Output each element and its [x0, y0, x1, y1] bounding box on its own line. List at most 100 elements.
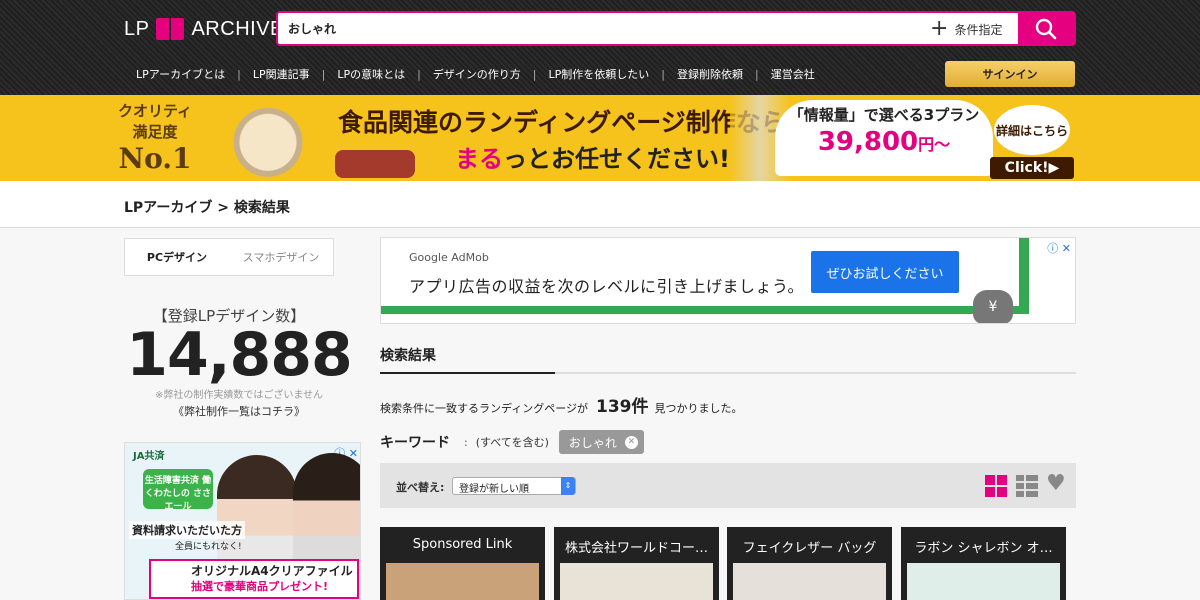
keyword-tag-label: おしゃれ: [568, 435, 617, 450]
card-thumbnail: [560, 563, 713, 600]
book-icon: [156, 18, 185, 40]
ad-product-badge: 生活障害共済 働くわたしの ささエール: [143, 469, 213, 512]
tab-pc-design[interactable]: PCデザイン: [125, 239, 229, 275]
card-title: フェイクレザー バッグ: [742, 541, 877, 556]
logo-text-right: ARCHIVE: [191, 17, 284, 40]
grid-cell: [997, 487, 1007, 497]
sort-select[interactable]: 登録が新しい順 ⇕: [452, 477, 576, 495]
banner-subline: まるっとお任せください!: [455, 139, 730, 174]
price-value: 39,800: [817, 127, 919, 157]
lp-count-note: ※弊社の制作実績数ではございません: [154, 390, 324, 401]
list-mark: [1016, 491, 1024, 497]
heart-icon[interactable]: ♥: [1046, 473, 1066, 495]
keyword-tag[interactable]: おしゃれ ✕: [558, 430, 644, 454]
results-divider: [380, 372, 1076, 374]
card-title: Sponsored Link: [412, 537, 513, 552]
price-unit: 円〜: [918, 135, 951, 154]
results-title: 検索結果: [380, 348, 436, 364]
sort-select-value: 登録が新しい順: [459, 484, 529, 495]
nav-item-delete[interactable]: 登録削除依頼: [665, 66, 755, 82]
list-view-icon[interactable]: [1016, 475, 1038, 497]
ad-offer-box: オリジナルA4クリアファイル 抽選で豪華商品プレゼント!: [149, 559, 359, 599]
grid-cell: [985, 487, 995, 497]
signin-button[interactable]: サインイン: [945, 61, 1075, 87]
banner-subline-rest: っとお任せください!: [503, 145, 730, 173]
logo-text-left: LP: [124, 17, 150, 40]
breadcrumb[interactable]: LPアーカイブ > 検索結果: [124, 197, 290, 217]
nav-item-about[interactable]: LPアーカイブとは: [124, 66, 237, 82]
list-mark: [1026, 475, 1038, 481]
card-title: ラボン シャレボン オ…: [914, 541, 1053, 556]
result-card[interactable]: Sponsored Link: [380, 527, 545, 600]
result-card[interactable]: 株式会社ワールドコー…: [554, 527, 719, 600]
nav-item-howto[interactable]: デザインの作り方: [421, 66, 533, 82]
plan-box: 「情報量」で選べる3プラン 39,800円〜: [775, 100, 993, 176]
click-button[interactable]: Click!▶: [990, 157, 1074, 179]
award-satisfaction: 満足度: [132, 123, 178, 141]
grid-view-icon[interactable]: [985, 475, 1007, 497]
lp-count-number: 14,888: [126, 320, 353, 390]
banner-headline: 食品関連のランディングページ制作なら: [338, 108, 786, 137]
admob-green-bar: [381, 306, 1021, 314]
keyword-row: キーワード : (すべてを含む) おしゃれ ✕: [380, 430, 644, 454]
promo-banner[interactable]: クオリティ 満足度 No.1 食品関連のランディングページ制作なら まるっとお任…: [0, 95, 1200, 181]
ad-offer-line: 抽選で豪華商品プレゼント!: [191, 580, 329, 593]
sort-bar: 並べ替え: 登録が新しい順 ⇕ ♥: [380, 463, 1076, 508]
admob-message: アプリ広告の収益を次のレベルに引き上げましょう。: [409, 277, 805, 296]
admob-try-button[interactable]: ぜひお試しください: [811, 251, 959, 293]
ad-choices-icon[interactable]: ⓘ ✕: [1047, 240, 1071, 256]
ad-text-request: 資料請求いただいた方: [129, 521, 245, 539]
ad-text-all: 全員にもれなく!: [175, 542, 242, 552]
admob-green-bar: [1019, 238, 1029, 314]
close-icon[interactable]: ✕: [624, 435, 638, 449]
results-summary: 検索条件に一致するランディングページが 139件 見つかりました。: [380, 392, 743, 417]
nav-item-company[interactable]: 運営会社: [759, 66, 827, 82]
ad-brand: JA共済: [133, 451, 165, 462]
works-link[interactable]: 《弊社制作一覧はコチラ》: [124, 403, 354, 419]
tab-sp-design[interactable]: スマホデザイン: [229, 239, 333, 275]
list-mark: [1016, 475, 1024, 481]
card-thumbnail: [733, 563, 886, 600]
result-card[interactable]: フェイクレザー バッグ: [727, 527, 892, 600]
card-thumbnail: [386, 563, 539, 600]
site-logo[interactable]: LP ARCHIVE: [124, 16, 284, 42]
search-input[interactable]: [288, 13, 908, 44]
award-badge: クオリティ 満足度 No.1: [110, 100, 200, 175]
keyword-label: キーワード: [380, 435, 450, 451]
admob-ad[interactable]: Google AdMob アプリ広告の収益を次のレベルに引き上げましょう。 ぜひ…: [380, 237, 1076, 324]
nav-item-meaning[interactable]: LPの意味とは: [325, 66, 417, 82]
ad-offer-line: オリジナルA4クリアファイル: [191, 564, 353, 578]
condition-button[interactable]: + 条件指定: [930, 16, 1003, 41]
sidebar-ad[interactable]: JA共済 ⓘ ✕ 生活障害共済 働くわたしの ささエール 資料請求いただいた方 …: [124, 442, 361, 600]
award-no1: No.1: [118, 142, 192, 175]
sort-label: 並べ替え:: [396, 481, 445, 494]
keyword-mode: (すべてを含む): [475, 436, 549, 449]
device-tabs: PCデザイン スマホデザイン: [124, 238, 334, 276]
site-header: LP ARCHIVE + 条件指定 LPアーカイブとは | LP関連記事 | L…: [0, 0, 1200, 95]
results-text-after: 見つかりました。: [654, 402, 743, 415]
main-nav: LPアーカイブとは | LP関連記事 | LPの意味とは | デザインの作り方 …: [124, 60, 827, 88]
grid-cell: [997, 475, 1007, 485]
money-bag-icon: ¥: [973, 290, 1013, 323]
nav-item-request[interactable]: LP制作を依頼したい: [537, 66, 662, 82]
condition-label: 条件指定: [954, 22, 1003, 37]
admob-brand: Google AdMob: [409, 251, 489, 264]
plus-icon: +: [930, 16, 949, 41]
ramen-image: [198, 95, 338, 181]
list-mark: [1026, 491, 1038, 497]
search-bar: + 条件指定: [276, 11, 1076, 46]
plan-text: 「情報量」で選べる3プラン: [788, 106, 980, 124]
detail-badge: 詳細はこちら: [994, 105, 1070, 155]
award-quality: クオリティ: [117, 102, 193, 120]
search-button[interactable]: [1018, 13, 1074, 44]
card-thumbnail: [907, 563, 1060, 600]
plan-price: 39,800円〜: [775, 127, 993, 157]
nav-item-articles[interactable]: LP関連記事: [241, 66, 322, 82]
breadcrumb-bar: LPアーカイブ > 検索結果: [0, 181, 1200, 228]
results-text-before: 検索条件に一致するランディングページが: [380, 402, 589, 415]
banner-subline-highlight: まる: [455, 145, 503, 173]
results-count: 139件: [596, 397, 649, 417]
list-mark: [1026, 483, 1038, 489]
meat-image: [335, 150, 415, 178]
result-card[interactable]: ラボン シャレボン オ…: [901, 527, 1066, 600]
